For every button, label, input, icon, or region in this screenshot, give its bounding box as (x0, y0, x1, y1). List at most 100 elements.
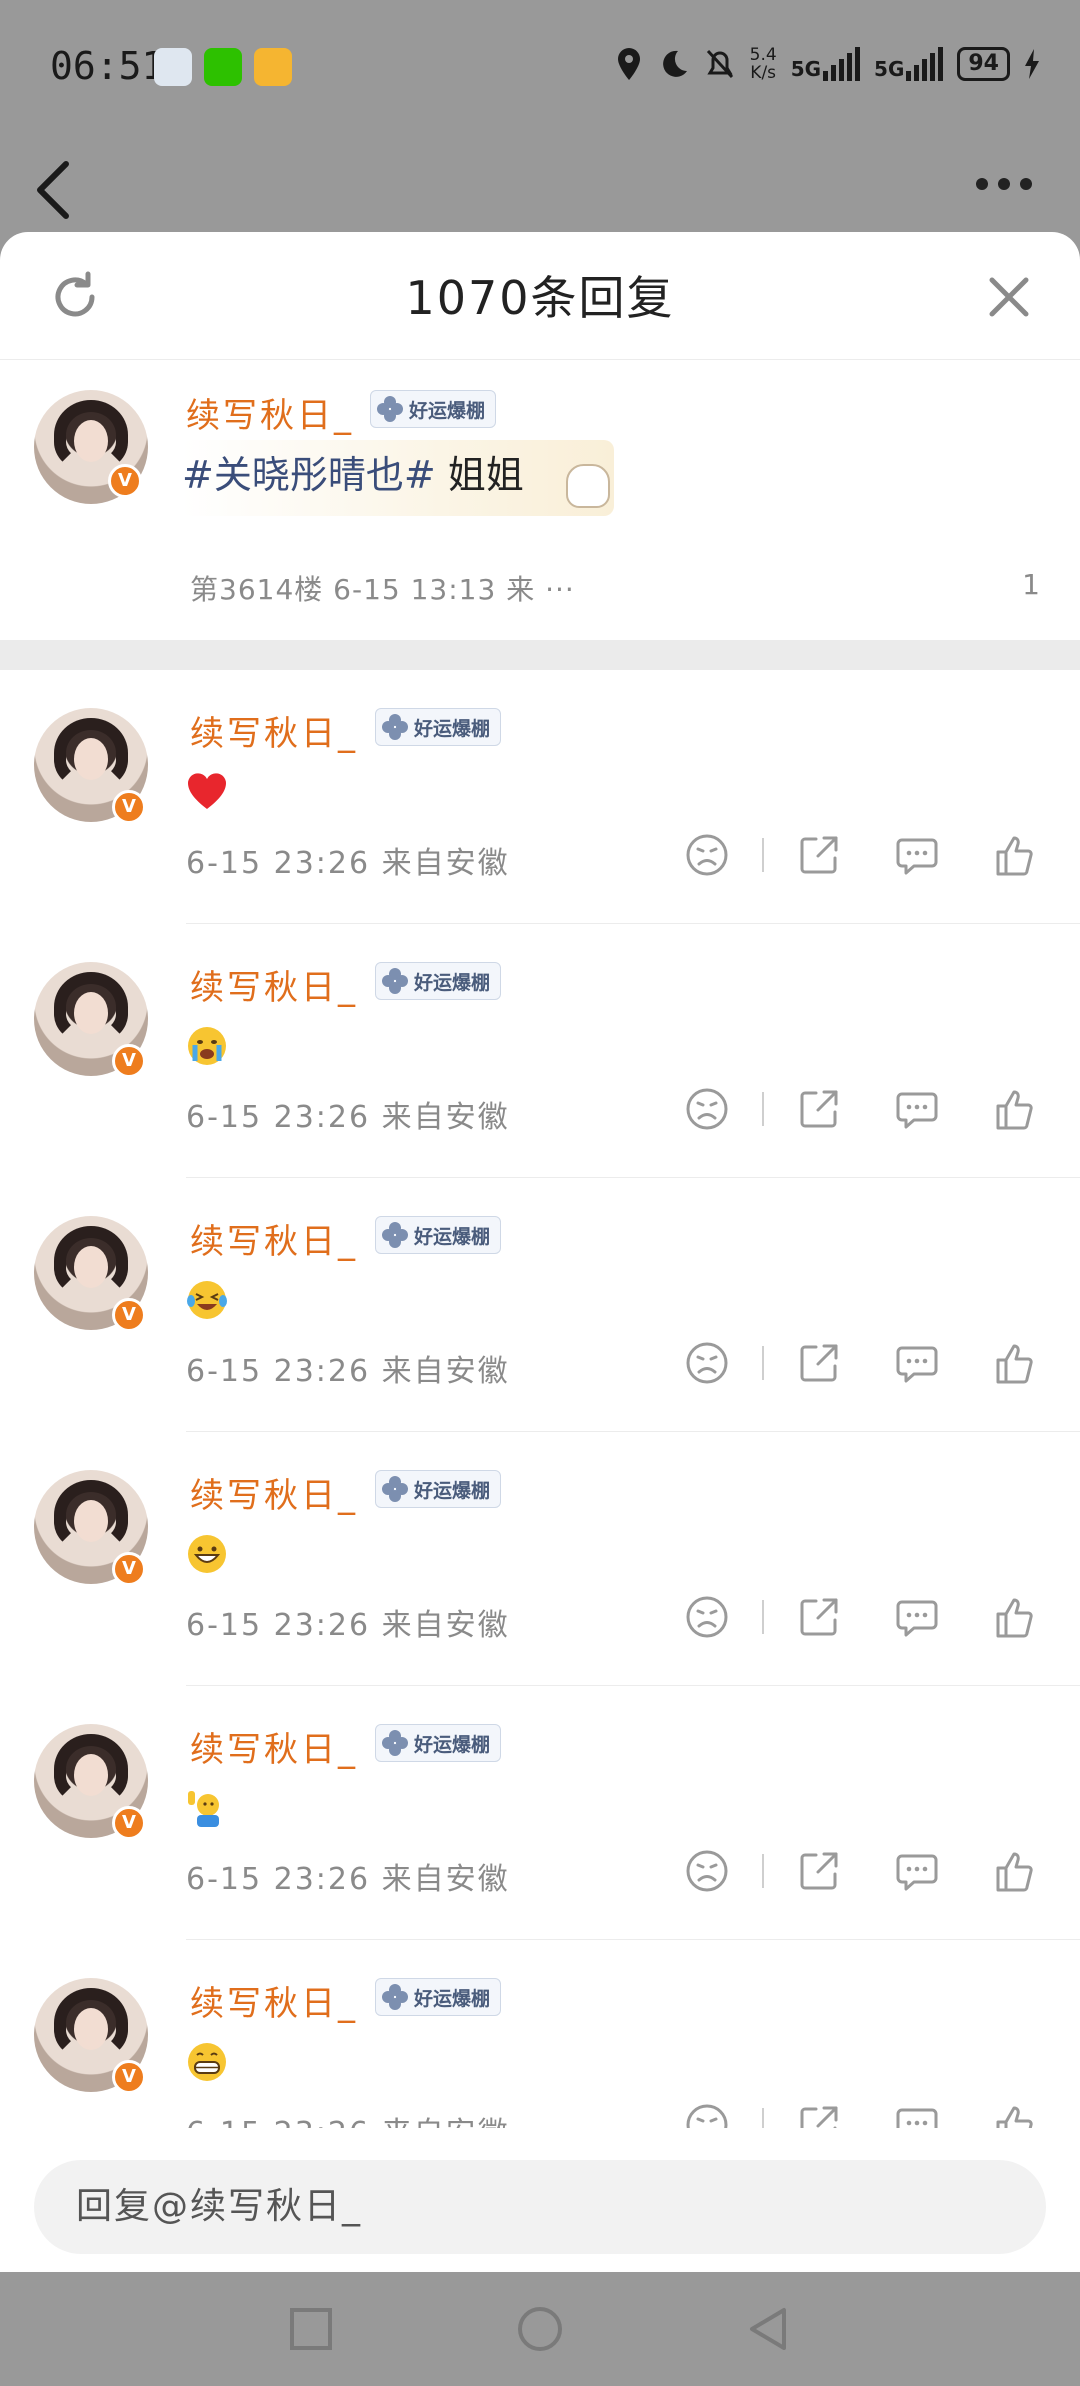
fan-medal[interactable]: 好运爆棚 (375, 1978, 502, 2016)
reply-item[interactable]: V 续写秋日_ 好运爆棚 6-15 23:26 来自安徽 (0, 1178, 1080, 1432)
share-icon[interactable] (794, 1084, 844, 1134)
top-bar (0, 140, 1080, 235)
comment-icon[interactable] (892, 1338, 942, 1388)
reply-actions (634, 1846, 1040, 1896)
username[interactable]: 续写秋日_ (190, 706, 358, 755)
laughing-tears-face-emoji-icon (186, 1279, 228, 1321)
net-speed-value: 5.4 (749, 45, 777, 65)
clover-icon (382, 968, 408, 994)
reply-input[interactable]: 回复@续写秋日_ (34, 2160, 1046, 2254)
clover-icon (382, 1222, 408, 1248)
reply-actions (634, 830, 1040, 880)
reply-item[interactable]: V 续写秋日_ 好运爆棚 6-15 23:26 来自安徽 (0, 924, 1080, 1178)
share-icon[interactable] (794, 1846, 844, 1896)
wechat-icon (204, 48, 242, 86)
clover-icon (382, 1476, 408, 1502)
sim1-label: 5G (790, 57, 822, 81)
medal-label: 好运爆棚 (414, 1733, 491, 1756)
recent-apps-icon[interactable] (286, 2304, 336, 2354)
action-separator (762, 1854, 764, 1888)
reply-content (186, 2040, 228, 2083)
app-notification-icon (154, 48, 192, 86)
grinning-face-emoji-icon (186, 1533, 228, 1575)
verified-badge-icon: V (112, 2060, 146, 2094)
reply-meta: 6-15 23:26 来自安徽 (186, 1862, 510, 1897)
medal-label: 好运爆棚 (414, 717, 491, 740)
reply-actions (634, 1338, 1040, 1388)
root-comment[interactable]: V 续写秋日_ 好运爆棚 #关晓彤晴也# 姐姐 第3614楼 6-15 13:1… (0, 360, 1080, 640)
username[interactable]: 续写秋日_ (190, 1214, 358, 1263)
fan-medal[interactable]: 好运爆棚 (375, 708, 502, 746)
more-options-icon[interactable] (976, 178, 1032, 190)
status-time: 06:51 (50, 44, 165, 88)
sim2-signal: 5G (874, 47, 944, 81)
dislike-face-icon[interactable] (682, 830, 732, 880)
reply-content (186, 1024, 228, 1067)
reply-list: V 续写秋日_ 好运爆棚 6-15 23:26 来自安徽 V 续写秋日_ 好运爆… (0, 670, 1080, 2194)
verified-badge-icon: V (112, 1298, 146, 1332)
fan-medal[interactable]: 好运爆棚 (375, 1216, 502, 1254)
reply-item[interactable]: V 续写秋日_ 好运爆棚 6-15 23:26 来自安徽 (0, 670, 1080, 924)
dislike-face-icon[interactable] (682, 1084, 732, 1134)
share-icon[interactable] (794, 1592, 844, 1642)
comment-icon[interactable] (892, 1592, 942, 1642)
medal-label: 好运爆棚 (414, 1987, 491, 2010)
username[interactable]: 续写秋日_ (190, 960, 358, 1009)
verified-badge-icon: V (108, 464, 142, 498)
dislike-face-icon[interactable] (682, 1338, 732, 1388)
weibo-icon (254, 48, 292, 86)
root-reply-count: 1 (1022, 568, 1040, 601)
verified-badge-icon: V (112, 1806, 146, 1840)
like-icon[interactable] (990, 1084, 1040, 1134)
like-icon[interactable] (990, 830, 1040, 880)
moon-icon (662, 50, 687, 77)
fan-medal[interactable]: 好运爆棚 (375, 1724, 502, 1762)
clover-icon (382, 1730, 408, 1756)
back-arrow-icon[interactable] (30, 150, 80, 230)
medal-label: 好运爆棚 (414, 1225, 491, 1248)
fan-medal[interactable]: 好运爆棚 (375, 1470, 502, 1508)
share-icon[interactable] (794, 830, 844, 880)
system-nav-bar (0, 2272, 1080, 2386)
comment-icon[interactable] (892, 830, 942, 880)
red-heart-emoji-icon (186, 771, 228, 813)
reply-item[interactable]: V 续写秋日_ 好运爆棚 6-15 23:26 来自安徽 (0, 1686, 1080, 1940)
username[interactable]: 续写秋日_ (190, 1468, 358, 1517)
fan-medal[interactable]: 好运爆棚 (370, 390, 497, 428)
hashtag-link[interactable]: #关晓彤晴也# (182, 453, 436, 497)
username[interactable]: 续写秋日_ (186, 388, 354, 437)
reply-meta: 6-15 23:26 来自安徽 (186, 846, 510, 881)
username[interactable]: 续写秋日_ (190, 1722, 358, 1771)
reply-actions (634, 1084, 1040, 1134)
section-divider (0, 640, 1080, 670)
like-icon[interactable] (990, 1846, 1040, 1896)
dislike-face-icon[interactable] (682, 1846, 732, 1896)
close-icon[interactable] (984, 272, 1034, 322)
username[interactable]: 续写秋日_ (190, 1976, 358, 2025)
like-icon[interactable] (990, 1592, 1040, 1642)
crying-face-emoji-icon (186, 1025, 228, 1067)
home-icon[interactable] (515, 2304, 565, 2354)
verified-badge-icon: V (112, 790, 146, 824)
charging-icon (1025, 49, 1039, 79)
back-nav-icon[interactable] (744, 2304, 794, 2354)
verified-badge-icon: V (112, 1044, 146, 1078)
comment-icon[interactable] (892, 1846, 942, 1896)
share-icon[interactable] (794, 1338, 844, 1388)
battery-level: 94 (957, 47, 1010, 81)
cat-sticker-icon (565, 464, 610, 508)
like-icon[interactable] (990, 1338, 1040, 1388)
sheet-title: 1070条回复 (405, 271, 675, 325)
reply-content (186, 1532, 228, 1575)
action-separator (762, 1600, 764, 1634)
fan-medal[interactable]: 好运爆棚 (375, 962, 502, 1000)
dislike-face-icon[interactable] (682, 1592, 732, 1642)
medal-label: 好运爆棚 (409, 399, 486, 422)
reply-item[interactable]: V 续写秋日_ 好运爆棚 6-15 23:26 来自安徽 (0, 1432, 1080, 1686)
reply-content (186, 1278, 228, 1321)
comment-icon[interactable] (892, 1084, 942, 1134)
clover-icon (382, 1984, 408, 2010)
sheet-header: 1070条回复 (0, 232, 1080, 360)
signal-bars-icon (823, 47, 861, 81)
reply-meta: 6-15 23:26 来自安徽 (186, 1100, 510, 1135)
